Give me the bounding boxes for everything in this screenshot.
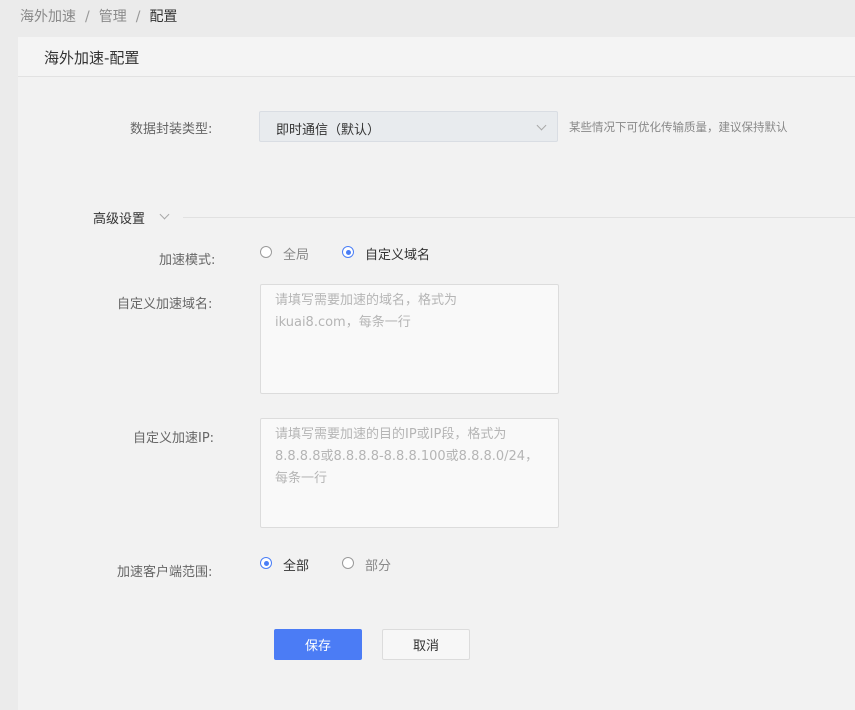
custom-ip-textarea[interactable]: 请填写需要加速的目的IP或IP段，格式为 8.8.8.8或8.8.8.8-8.8… [260, 418, 559, 528]
custom-domain-placeholder: 请填写需要加速的域名，格式为 ikuai8.com，每条一行 [275, 293, 458, 330]
encap-type-label: 数据封装类型: [130, 122, 213, 137]
panel-header [18, 37, 855, 77]
custom-domain-label: 自定义加速域名: [117, 297, 213, 312]
radio-mode-custom-domain[interactable] [342, 246, 354, 258]
encap-type-hint: 某些情况下可优化传输质量，建议保持默认 [569, 120, 788, 134]
custom-ip-placeholder: 请填写需要加速的目的IP或IP段，格式为 8.8.8.8或8.8.8.8-8.8… [275, 427, 539, 486]
radio-mode-custom-domain-label[interactable]: 自定义域名 [365, 244, 430, 263]
breadcrumb-link-manage[interactable]: 管理 [99, 9, 127, 25]
custom-ip-label: 自定义加速IP: [133, 431, 215, 446]
page-title: 海外加速-配置 [44, 49, 140, 67]
custom-domain-textarea[interactable]: 请填写需要加速的域名，格式为 ikuai8.com，每条一行 [260, 284, 559, 394]
breadcrumb-link-overseas[interactable]: 海外加速 [20, 9, 76, 25]
breadcrumb: 海外加速 / 管理 / 配置 [20, 6, 177, 26]
encap-type-select[interactable]: 即时通信（默认） [259, 111, 558, 142]
client-scope-label: 加速客户端范围: [117, 565, 213, 580]
radio-scope-partial[interactable] [342, 557, 354, 569]
chevron-down-icon [536, 120, 547, 131]
divider [183, 217, 855, 218]
encap-type-value: 即时通信（默认） [276, 123, 381, 138]
config-panel: 海外加速-配置 数据封装类型: 即时通信（默认） 某些情况下可优化传输质量，建议… [18, 37, 855, 710]
radio-scope-partial-label[interactable]: 部分 [365, 555, 391, 574]
breadcrumb-separator: / [85, 9, 90, 25]
mode-label: 加速模式: [159, 253, 216, 268]
radio-scope-all[interactable] [260, 557, 272, 569]
advanced-settings-toggle[interactable]: 高级设置 [93, 208, 145, 227]
chevron-down-icon[interactable] [159, 209, 170, 220]
cancel-button[interactable]: 取消 [382, 629, 470, 660]
radio-mode-global-label[interactable]: 全局 [283, 244, 309, 263]
radio-scope-all-label[interactable]: 全部 [283, 555, 309, 574]
breadcrumb-current: 配置 [149, 9, 178, 25]
save-button[interactable]: 保存 [274, 629, 362, 660]
advanced-settings-label: 高级设置 [93, 212, 146, 227]
breadcrumb-separator: / [135, 9, 141, 25]
radio-mode-global[interactable] [260, 246, 272, 258]
